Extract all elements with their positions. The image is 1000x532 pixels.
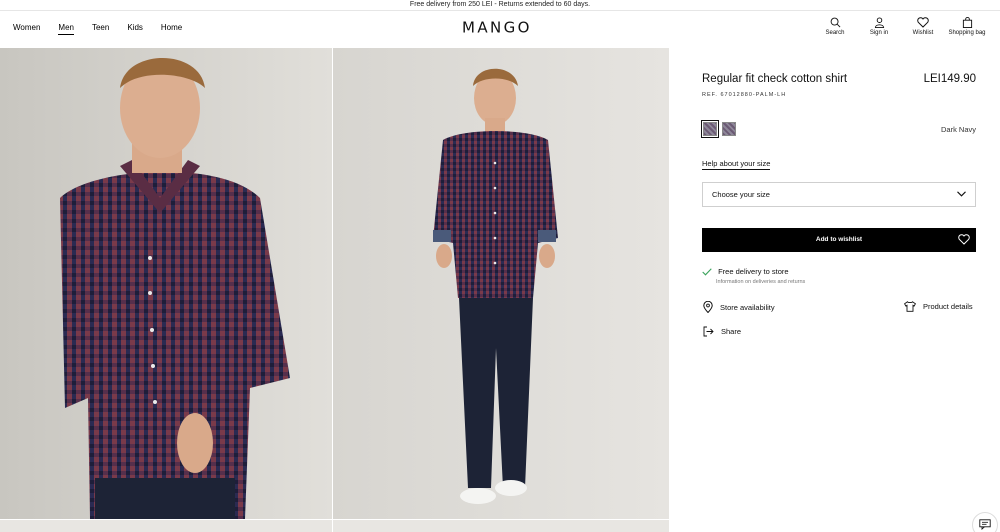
delivery-info: Free delivery to store [702,267,789,276]
nav-kids[interactable]: Kids [127,23,143,35]
share-icon [703,326,714,337]
chevron-down-icon [957,191,966,197]
bag-icon [962,17,972,28]
product-info-panel: Regular fit check cotton shirt LEI149.90… [670,48,1000,532]
color-name: Dark Navy [940,125,976,134]
product-details-link[interactable]: Product details [904,301,973,312]
signin-button[interactable]: Sign in [857,17,901,36]
product-reference: REF. 67012880-PALM-LH [702,92,787,98]
location-pin-icon [703,301,713,313]
product-photo-next-1[interactable] [0,520,332,532]
promo-bar: Free delivery from 250 LEI - Returns ext… [0,0,1000,11]
heart-icon [917,17,929,28]
promo-text: Free delivery from 250 LEI - Returns ext… [409,1,591,8]
product-photo-next-2[interactable] [333,520,669,532]
color-swatch-selected[interactable] [701,120,719,138]
add-to-wishlist-label: Add to wishlist [815,236,863,243]
svg-text:MANGO: MANGO [462,19,532,35]
nav-home[interactable]: Home [161,23,182,35]
delivery-info-link[interactable]: Information on deliveries and returns [716,279,805,285]
shopping-bag-button[interactable]: Shopping bag [945,17,989,36]
share-link[interactable]: Share [703,326,741,337]
header-tools: Search Sign in Wishlist Shopping bag [813,17,989,36]
nav-teen[interactable]: Teen [92,23,109,35]
user-icon [874,17,884,28]
product-photo-full[interactable] [333,48,669,519]
heart-icon [958,234,970,245]
check-icon [702,268,712,276]
site-header: Women Men Teen Kids Home MANGO Search Si… [0,12,1000,48]
add-to-wishlist-button[interactable]: Add to wishlist [702,228,976,252]
wishlist-button[interactable]: Wishlist [901,17,945,36]
store-availability-link[interactable]: Store availability [703,301,775,313]
color-swatch[interactable] [722,122,736,136]
product-title: Regular fit check cotton shirt [702,73,848,85]
product-photo-closeup[interactable] [0,48,332,519]
chat-icon [979,519,991,530]
nav-men[interactable]: Men [58,23,74,35]
size-select[interactable]: Choose your size [702,182,976,207]
size-select-placeholder: Choose your size [712,190,770,199]
chat-button[interactable] [972,512,998,532]
main-nav: Women Men Teen Kids Home [13,23,182,35]
search-button[interactable]: Search [813,17,857,36]
shirt-icon [904,301,916,312]
size-help-link[interactable]: Help about your size [702,159,771,170]
brand-logo[interactable]: MANGO [462,19,542,37]
search-icon [830,17,840,28]
nav-women[interactable]: Women [13,23,40,35]
delivery-title: Free delivery to store [718,267,789,276]
product-price: LEI149.90 [923,73,976,85]
